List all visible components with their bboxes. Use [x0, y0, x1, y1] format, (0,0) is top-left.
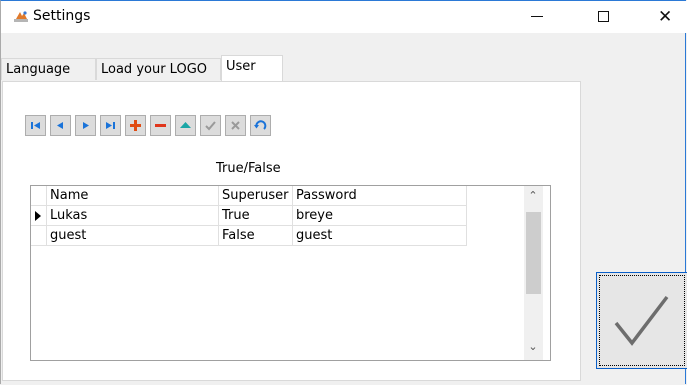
cell-password[interactable]: guest	[293, 226, 467, 246]
checkmark-icon	[614, 295, 669, 346]
next-record-icon	[83, 122, 89, 129]
indicator-header	[31, 186, 47, 206]
column-header-name[interactable]: Name	[47, 186, 219, 206]
tab-load-logo[interactable]: Load your LOGO	[96, 58, 221, 80]
row-indicator[interactable]	[31, 206, 47, 226]
current-row-arrow-icon	[35, 211, 41, 221]
cell-password[interactable]: breye	[293, 206, 467, 226]
insert-record-button[interactable]	[125, 115, 146, 136]
delete-record-button[interactable]	[150, 115, 171, 136]
last-record-icon	[106, 122, 115, 129]
first-record-button[interactable]	[25, 115, 46, 136]
vertical-scrollbar[interactable]: ⌃ ⌄	[524, 186, 543, 360]
column-header-password[interactable]: Password	[293, 186, 467, 206]
cell-name[interactable]: Lukas	[47, 206, 219, 226]
minimize-icon	[531, 16, 543, 17]
maximize-icon	[598, 11, 609, 22]
tab-language[interactable]: Language	[1, 58, 96, 80]
window-title: Settings	[33, 8, 91, 24]
next-record-button[interactable]	[75, 115, 96, 136]
cancel-edit-button[interactable]	[225, 115, 246, 136]
app-icon	[14, 11, 28, 22]
cancel-edit-icon	[231, 121, 240, 130]
settings-window: Settings ✕ Language Load your LOGO User	[0, 0, 687, 384]
cell-superuser[interactable]: True	[219, 206, 293, 226]
edit-record-button[interactable]	[175, 115, 196, 136]
refresh-button[interactable]	[250, 115, 271, 136]
minimize-button[interactable]	[511, 1, 557, 33]
users-grid[interactable]: Name Superuser Password Lukas True breye…	[30, 185, 551, 361]
cell-superuser[interactable]: False	[219, 226, 293, 246]
scroll-down-icon[interactable]: ⌄	[527, 340, 539, 353]
confirm-button[interactable]	[596, 272, 687, 369]
edit-record-icon	[180, 122, 191, 128]
post-record-button[interactable]	[200, 115, 221, 136]
prior-record-button[interactable]	[50, 115, 71, 136]
scroll-up-icon[interactable]: ⌃	[527, 189, 539, 202]
first-record-icon	[31, 122, 40, 129]
title-bar[interactable]: Settings ✕	[1, 1, 687, 33]
insert-record-icon	[130, 120, 141, 131]
delete-record-icon	[155, 124, 166, 127]
tab-user[interactable]: User	[221, 55, 283, 81]
superuser-hint-label: True/False	[216, 161, 281, 176]
row-indicator[interactable]	[31, 226, 47, 246]
prior-record-icon	[57, 122, 63, 129]
last-record-button[interactable]	[100, 115, 121, 136]
cell-name[interactable]: guest	[47, 226, 219, 246]
column-header-superuser[interactable]: Superuser	[219, 186, 293, 206]
refresh-icon	[254, 120, 267, 130]
post-record-icon	[205, 121, 216, 131]
close-icon: ✕	[658, 7, 673, 27]
scrollbar-thumb[interactable]	[526, 212, 541, 294]
